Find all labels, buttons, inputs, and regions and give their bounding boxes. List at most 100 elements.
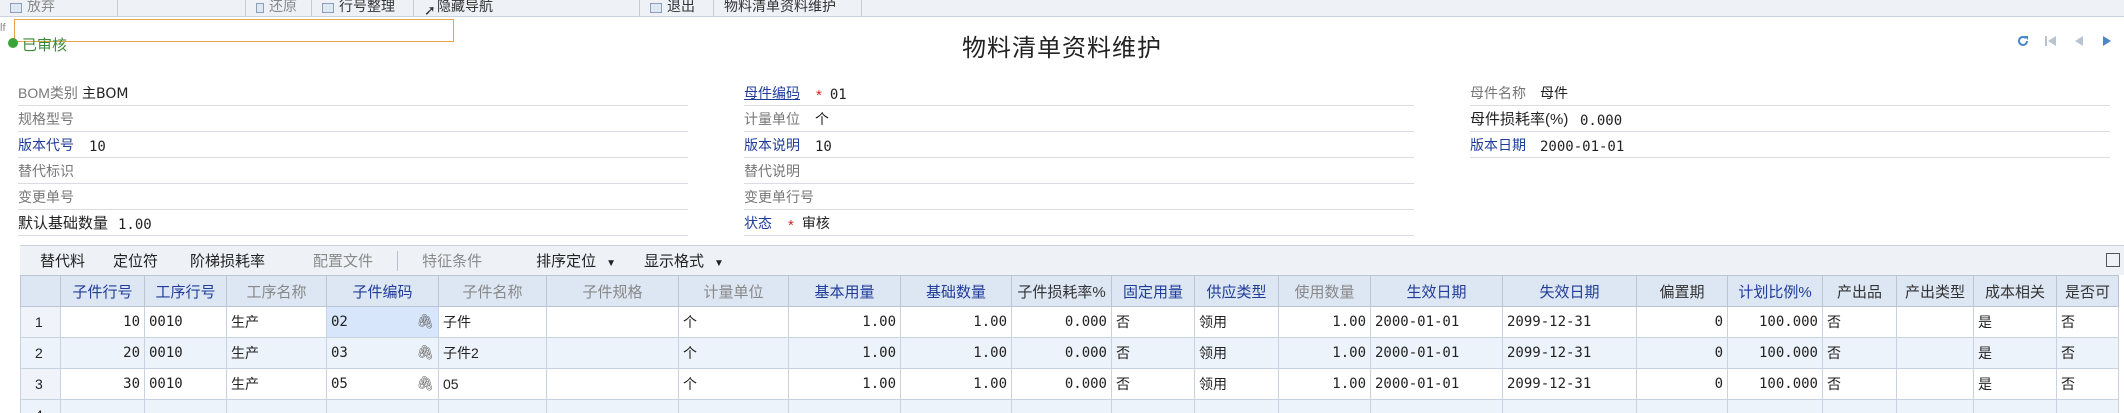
child-code-cell[interactable]: 02 🖇 bbox=[326, 306, 439, 338]
cell[interactable] bbox=[1727, 399, 1823, 413]
column-header[interactable]: 工序行号 bbox=[144, 275, 227, 307]
column-header[interactable]: 是否可 bbox=[2056, 275, 2119, 307]
cell[interactable] bbox=[1896, 306, 1974, 338]
cell[interactable] bbox=[788, 399, 901, 413]
cell[interactable]: 2000-01-01 bbox=[1370, 337, 1503, 369]
expand-icon[interactable] bbox=[2106, 253, 2120, 267]
cell[interactable]: 否 bbox=[1111, 306, 1195, 338]
cell[interactable]: 1.00 bbox=[900, 337, 1012, 369]
cell[interactable]: 0 bbox=[1636, 337, 1728, 369]
cell[interactable]: 个 bbox=[678, 337, 789, 369]
parent-code-value[interactable]: 01 bbox=[830, 87, 847, 105]
cell[interactable] bbox=[1896, 337, 1974, 369]
config-file-button[interactable]: 配置文件 bbox=[299, 250, 387, 271]
restore-button[interactable]: 还原 bbox=[246, 0, 312, 16]
cell[interactable]: 0.000 bbox=[1011, 337, 1112, 369]
cell[interactable]: 子件2 bbox=[438, 337, 547, 369]
column-header[interactable]: 成本相关 bbox=[1973, 275, 2057, 307]
cell[interactable]: 2099-12-31 bbox=[1502, 337, 1637, 369]
cell[interactable]: 0.000 bbox=[1011, 306, 1112, 338]
version-date-value[interactable]: 2000-01-01 bbox=[1540, 139, 1624, 157]
cell[interactable]: 2099-12-31 bbox=[1502, 368, 1637, 400]
column-header[interactable]: 基础数量 bbox=[900, 275, 1012, 307]
cell[interactable] bbox=[1194, 399, 1279, 413]
cell[interactable]: 0010 bbox=[144, 368, 227, 400]
column-header[interactable]: 子件行号 bbox=[60, 275, 145, 307]
next-record-icon[interactable] bbox=[2100, 34, 2114, 48]
cell[interactable]: 领用 bbox=[1194, 337, 1279, 369]
first-record-icon[interactable] bbox=[2044, 34, 2058, 48]
column-header[interactable]: 产出品 bbox=[1822, 275, 1897, 307]
column-header[interactable]: 子件编码 bbox=[326, 275, 439, 307]
cell[interactable] bbox=[1111, 399, 1195, 413]
child-code-cell[interactable]: 03 🖇 bbox=[326, 337, 439, 369]
cell[interactable]: 是 bbox=[1973, 306, 2057, 338]
cell[interactable] bbox=[226, 399, 327, 413]
cell[interactable]: 0010 bbox=[144, 337, 227, 369]
paperclip-icon[interactable]: 🖇 bbox=[416, 314, 434, 330]
cell[interactable]: 0010 bbox=[144, 306, 227, 338]
paperclip-icon[interactable]: 🖇 bbox=[416, 345, 434, 361]
cell[interactable] bbox=[144, 399, 227, 413]
cell[interactable]: 领用 bbox=[1194, 368, 1279, 400]
column-header[interactable]: 子件损耗率% bbox=[1011, 275, 1112, 307]
cell[interactable] bbox=[900, 399, 1012, 413]
cell[interactable]: 生产 bbox=[226, 368, 327, 400]
cell[interactable]: 否 bbox=[2056, 337, 2119, 369]
cell[interactable]: 1.00 bbox=[788, 337, 901, 369]
cell[interactable]: 1.00 bbox=[900, 306, 1012, 338]
cell[interactable] bbox=[60, 399, 145, 413]
cell[interactable] bbox=[1278, 399, 1371, 413]
previous-record-icon[interactable] bbox=[2072, 34, 2086, 48]
exit-button[interactable]: 退出 bbox=[640, 0, 714, 16]
cell[interactable]: 1.00 bbox=[900, 368, 1012, 400]
cell[interactable] bbox=[326, 399, 439, 413]
column-header[interactable]: 供应类型 bbox=[1194, 275, 1279, 307]
cell[interactable]: 30 bbox=[60, 368, 145, 400]
cell[interactable] bbox=[1011, 399, 1112, 413]
cell[interactable]: 领用 bbox=[1194, 306, 1279, 338]
cell[interactable]: 否 bbox=[2056, 368, 2119, 400]
cell[interactable]: 2099-12-31 bbox=[1502, 306, 1637, 338]
table-row[interactable]: 2 20 0010 生产 03 🖇 子件2 个 1.00 1.00 0.000 否… bbox=[20, 337, 2119, 369]
cell[interactable]: 是 bbox=[1973, 337, 2057, 369]
version-code-value[interactable]: 10 bbox=[89, 139, 106, 157]
cell[interactable] bbox=[678, 399, 789, 413]
cell[interactable]: 否 bbox=[1822, 306, 1897, 338]
cell[interactable] bbox=[546, 399, 679, 413]
parent-name-value[interactable]: 母件 bbox=[1540, 83, 1568, 105]
cell[interactable] bbox=[1822, 399, 1897, 413]
paperclip-icon[interactable]: 🖇 bbox=[416, 376, 434, 392]
cell[interactable]: 1.00 bbox=[1278, 306, 1371, 338]
table-row[interactable]: 4 bbox=[20, 399, 2119, 413]
version-desc-value[interactable]: 10 bbox=[815, 139, 832, 157]
default-qty-value[interactable]: 1.00 bbox=[118, 217, 152, 235]
abandon-button[interactable]: 放弃 bbox=[0, 0, 118, 16]
cell[interactable]: 1.00 bbox=[788, 306, 901, 338]
cell[interactable]: 20 bbox=[60, 337, 145, 369]
column-header[interactable]: 偏置期 bbox=[1636, 275, 1728, 307]
cell[interactable] bbox=[546, 306, 679, 338]
tab-bom-maintenance[interactable]: 物料清单资料维护 bbox=[714, 0, 862, 16]
cell[interactable] bbox=[2056, 399, 2119, 413]
cell[interactable]: 否 bbox=[1822, 368, 1897, 400]
cell[interactable]: 1.00 bbox=[1278, 368, 1371, 400]
refresh-icon[interactable] bbox=[2016, 34, 2030, 48]
column-header[interactable]: 子件名称 bbox=[438, 275, 547, 307]
cell[interactable]: 1.00 bbox=[1278, 337, 1371, 369]
renumber-button[interactable]: 行号整理 bbox=[312, 0, 414, 16]
column-header[interactable]: 固定用量 bbox=[1111, 275, 1195, 307]
feature-condition-button[interactable]: 特征条件 bbox=[408, 250, 522, 271]
table-row[interactable]: 1 10 0010 生产 02 🖇 子件 个 1.00 1.00 0.000 否 … bbox=[20, 306, 2119, 338]
cell[interactable]: 1.00 bbox=[788, 368, 901, 400]
parent-loss-value[interactable]: 0.000 bbox=[1580, 113, 1622, 131]
cell[interactable]: 100.000 bbox=[1727, 306, 1823, 338]
unit-value[interactable]: 个 bbox=[815, 109, 829, 131]
substitute-button[interactable]: 替代料 bbox=[20, 250, 99, 271]
column-header[interactable]: 生效日期 bbox=[1370, 275, 1503, 307]
ladder-loss-button[interactable]: 阶梯损耗率 bbox=[172, 250, 299, 271]
state-value[interactable]: 审核 bbox=[802, 213, 830, 235]
cell[interactable]: 子件 bbox=[438, 306, 547, 338]
cell[interactable]: 0 bbox=[1636, 368, 1728, 400]
cell[interactable] bbox=[438, 399, 547, 413]
